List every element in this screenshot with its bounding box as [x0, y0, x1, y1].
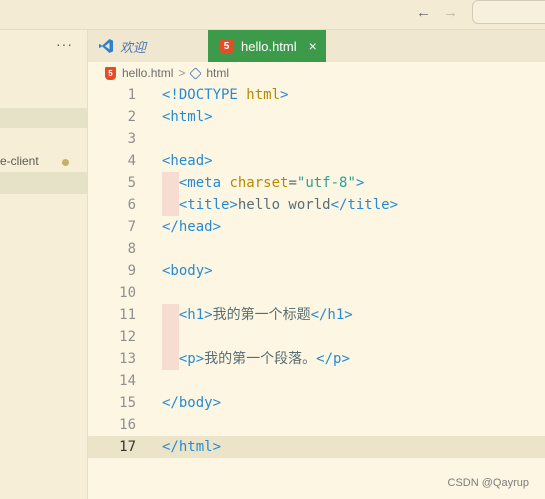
sidebar-selected-row[interactable] — [0, 172, 87, 194]
vscode-logo-icon — [99, 39, 113, 53]
line-number: 2 — [127, 109, 136, 125]
line-number: 16 — [119, 417, 136, 433]
code-line[interactable]: 2 <html> — [88, 106, 545, 128]
code-token: </p> — [316, 351, 350, 367]
code-text: <h1>我的第一个标题</h1> — [162, 304, 353, 326]
code-line[interactable]: 1 <!DOCTYPE html> — [88, 84, 545, 106]
code-text: <title>hello world</title> — [162, 194, 398, 216]
line-number: 12 — [119, 329, 136, 345]
code-text: <head> — [162, 150, 213, 172]
sidebar-item-label[interactable]: e-client — [0, 154, 39, 168]
code-token: charset — [229, 175, 289, 191]
code-line[interactable]: 3 — [88, 128, 545, 150]
line-number: 6 — [127, 197, 136, 213]
line-number: 7 — [127, 219, 136, 235]
indent-guide — [162, 326, 179, 348]
code-token: > — [280, 87, 289, 103]
line-number: 3 — [127, 131, 136, 147]
line-number: 14 — [119, 373, 136, 389]
breadcrumb-file[interactable]: hello.html — [122, 66, 173, 80]
line-number: 9 — [127, 263, 136, 279]
code-text: <meta charset="utf-8"> — [162, 172, 365, 194]
code-token: hello world — [237, 197, 331, 213]
code-token: <head> — [162, 153, 213, 169]
code-text: </html> — [162, 436, 221, 458]
line-number: 13 — [119, 351, 136, 367]
code-text: <html> — [162, 106, 213, 128]
line-number: 1 — [127, 87, 136, 103]
code-line[interactable]: 16 — [88, 414, 545, 436]
line-number: 8 — [127, 241, 136, 257]
code-token: <title> — [162, 197, 238, 213]
breadcrumb: 5 hello.html > html — [88, 62, 545, 84]
code-line[interactable]: 15 </body> — [88, 392, 545, 414]
more-actions-icon[interactable]: ··· — [56, 36, 73, 52]
line-number: 5 — [127, 175, 136, 191]
code-token: <!DOCTYPE — [162, 87, 247, 103]
code-token: </title> — [330, 197, 399, 213]
watermark: CSDN @Qayrup — [447, 477, 529, 489]
html5-icon: 5 — [105, 66, 116, 80]
code-line[interactable]: 7 </head> — [88, 216, 545, 238]
modified-dot-icon — [62, 159, 69, 166]
code-line[interactable]: 13 <p>我的第一个段落。</p> — [88, 348, 545, 370]
command-center-search[interactable] — [472, 0, 545, 24]
tab-welcome[interactable]: 欢迎 — [88, 30, 206, 62]
code-line[interactable]: 6 <title>hello world</title> — [88, 194, 545, 216]
code-token: html — [246, 87, 281, 103]
back-arrow-icon[interactable]: ← — [416, 4, 431, 21]
code-token: 我的第一个段落。 — [204, 351, 317, 367]
title-bar: ← → — [0, 0, 545, 30]
code-token: <meta — [162, 175, 230, 191]
tab-welcome-label: 欢迎 — [120, 39, 147, 55]
code-line[interactable]: 5 <meta charset="utf-8"> — [88, 172, 545, 194]
symbol-cube-icon — [189, 66, 203, 80]
line-number: 17 — [119, 439, 136, 455]
forward-arrow-icon[interactable]: → — [443, 4, 458, 21]
code-token: </head> — [162, 219, 222, 235]
code-line[interactable]: 17 </html> — [88, 436, 545, 458]
tab-hello-html-label: hello.html — [241, 38, 297, 54]
code-text: <p>我的第一个段落。</p> — [162, 348, 350, 370]
code-token: </html> — [162, 439, 222, 455]
code-text: </head> — [162, 216, 221, 238]
code-token: <h1> — [162, 307, 213, 323]
tab-hello-html[interactable]: 5 hello.html × — [208, 30, 326, 62]
editor-tab-bar: 欢迎 5 hello.html × — [88, 30, 545, 62]
code-line[interactable]: 14 — [88, 370, 545, 392]
code-line[interactable]: 10 — [88, 282, 545, 304]
line-number: 15 — [119, 395, 136, 411]
line-number: 11 — [119, 307, 136, 323]
code-token: <p> — [162, 351, 205, 367]
code-text: <!DOCTYPE html> — [162, 84, 288, 106]
code-token: 我的第一个标题 — [212, 307, 311, 323]
code-token: = — [288, 175, 297, 191]
code-token: "utf-8" — [296, 175, 356, 191]
explorer-sidebar: ··· e-client — [0, 30, 88, 499]
breadcrumb-symbol[interactable]: html — [206, 66, 229, 80]
close-icon[interactable]: × — [309, 38, 317, 54]
code-token: </h1> — [310, 307, 353, 323]
code-line[interactable]: 12 — [88, 326, 545, 348]
html5-icon: 5 — [220, 38, 233, 54]
code-token: </body> — [162, 395, 222, 411]
line-number: 4 — [127, 153, 136, 169]
code-editor[interactable]: 1 <!DOCTYPE html> 2 <html> 3 4 <head> 5 <meta c… — [88, 84, 545, 499]
code-line[interactable]: 11 <h1>我的第一个标题</h1> — [88, 304, 545, 326]
code-line[interactable]: 9 <body> — [88, 260, 545, 282]
code-token: <body> — [162, 263, 213, 279]
line-number: 10 — [119, 285, 136, 301]
code-token: <html> — [162, 109, 213, 125]
code-line[interactable]: 8 — [88, 238, 545, 260]
code-line[interactable]: 4 <head> — [88, 150, 545, 172]
breadcrumb-separator: > — [178, 66, 186, 80]
sidebar-highlighted-row[interactable] — [0, 108, 87, 128]
code-token: > — [355, 175, 365, 191]
code-text: </body> — [162, 392, 221, 414]
code-text: <body> — [162, 260, 213, 282]
